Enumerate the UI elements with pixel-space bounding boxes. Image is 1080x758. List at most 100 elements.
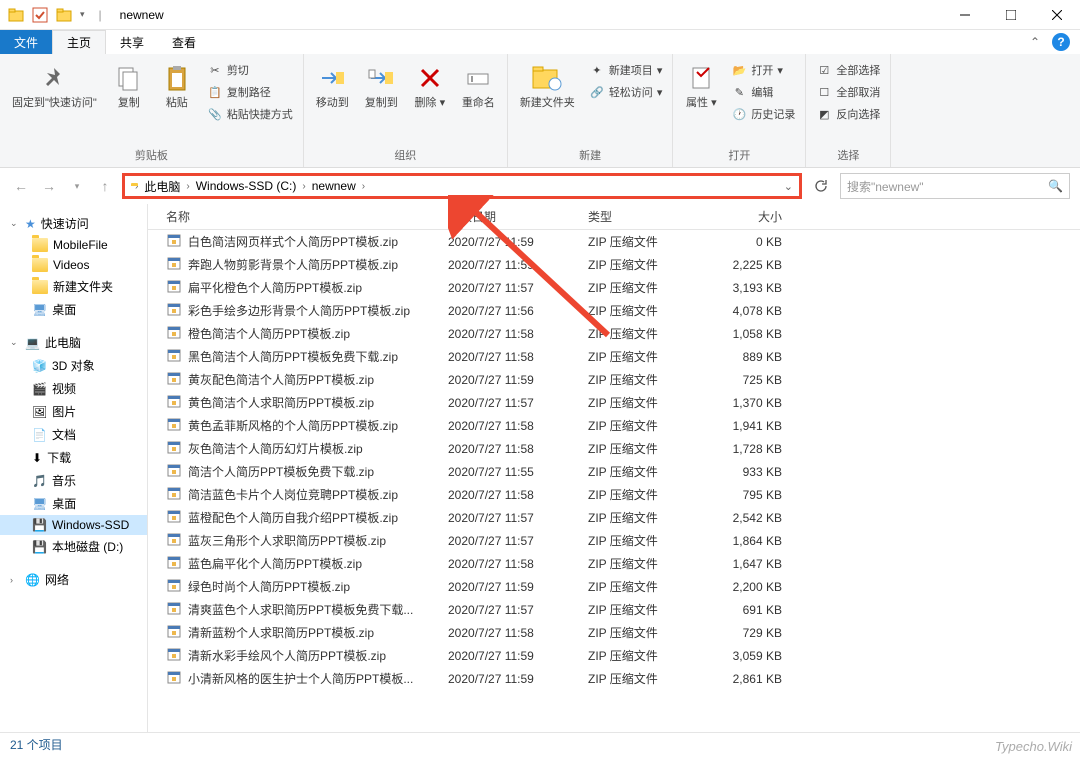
breadcrumb-folder[interactable]: newnew bbox=[310, 179, 358, 193]
invert-icon: ◩ bbox=[816, 106, 832, 122]
open-button[interactable]: 📂打开 ▾ bbox=[727, 60, 799, 80]
file-row[interactable]: 清新蓝粉个人求职简历PPT模板.zip2020/7/27 11:58ZIP 压缩… bbox=[148, 621, 1080, 644]
zip-icon bbox=[166, 577, 182, 596]
file-size: 3,059 KB bbox=[708, 649, 798, 663]
sidebar-mobilefile[interactable]: MobileFile bbox=[0, 235, 147, 255]
history-button[interactable]: 🕐历史记录 bbox=[727, 104, 799, 124]
qat-dropdown[interactable]: ▾ bbox=[80, 9, 85, 20]
file-row[interactable]: 黑色简洁个人简历PPT模板免费下载.zip2020/7/27 11:58ZIP … bbox=[148, 345, 1080, 368]
file-row[interactable]: 清新水彩手绘风个人简历PPT模板.zip2020/7/27 11:59ZIP 压… bbox=[148, 644, 1080, 667]
maximize-button[interactable] bbox=[988, 0, 1034, 30]
sidebar-desktop2[interactable]: 🖥桌面 bbox=[0, 492, 147, 515]
file-row[interactable]: 简洁个人简历PPT模板免费下载.zip2020/7/27 11:55ZIP 压缩… bbox=[148, 460, 1080, 483]
file-date: 2020/7/27 11:59 bbox=[448, 672, 588, 686]
search-input[interactable]: 搜索"newnew" 🔍 bbox=[840, 173, 1070, 199]
file-row[interactable]: 清爽蓝色个人求职简历PPT模板免费下载...2020/7/27 11:57ZIP… bbox=[148, 598, 1080, 621]
file-date: 2020/7/27 11:59 bbox=[448, 649, 588, 663]
column-date[interactable]: 修改日期 bbox=[448, 208, 588, 225]
forward-button[interactable]: → bbox=[38, 175, 60, 197]
close-button[interactable] bbox=[1034, 0, 1080, 30]
rename-button[interactable]: 重命名 bbox=[456, 58, 501, 114]
paste-shortcut-button[interactable]: 📎粘贴快捷方式 bbox=[203, 104, 297, 124]
ribbon-group-open-label: 打开 bbox=[679, 145, 799, 167]
ribbon-collapse-icon[interactable]: ⌃ bbox=[1030, 35, 1040, 49]
select-all-button[interactable]: ☑全部选择 bbox=[812, 60, 884, 80]
sidebar-pictures[interactable]: 🖼图片 bbox=[0, 400, 147, 423]
search-icon: 🔍 bbox=[1048, 179, 1063, 193]
sidebar-downloads[interactable]: ⬇下载 bbox=[0, 446, 147, 469]
sidebar-this-pc[interactable]: ⌄💻此电脑 bbox=[0, 331, 147, 354]
copy-path-button[interactable]: 📋复制路径 bbox=[203, 82, 297, 102]
minimize-button[interactable] bbox=[942, 0, 988, 30]
sidebar-videos2[interactable]: 🎬视频 bbox=[0, 377, 147, 400]
select-none-button[interactable]: ☐全部取消 bbox=[812, 82, 884, 102]
sidebar: ⌄★快速访问 MobileFile Videos 新建文件夹 🖥桌面 ⌄💻此电脑… bbox=[0, 204, 148, 732]
file-date: 2020/7/27 11:57 bbox=[448, 511, 588, 525]
file-row[interactable]: 简洁蓝色卡片个人岗位竞聘PPT模板.zip2020/7/27 11:58ZIP … bbox=[148, 483, 1080, 506]
move-to-button[interactable]: 移动到 bbox=[310, 58, 355, 114]
edit-button[interactable]: ✎编辑 bbox=[727, 82, 799, 102]
sidebar-documents[interactable]: 📄文档 bbox=[0, 423, 147, 446]
file-row[interactable]: 橙色简洁个人简历PPT模板.zip2020/7/27 11:58ZIP 压缩文件… bbox=[148, 322, 1080, 345]
file-name: 简洁个人简历PPT模板免费下载.zip bbox=[188, 463, 374, 480]
sidebar-desktop[interactable]: 🖥桌面 bbox=[0, 298, 147, 321]
sidebar-quick-access[interactable]: ⌄★快速访问 bbox=[0, 212, 147, 235]
sidebar-3d-objects[interactable]: 🧊3D 对象 bbox=[0, 354, 147, 377]
breadcrumb-this-pc[interactable]: 此电脑 bbox=[142, 178, 182, 195]
copy-button[interactable]: 复制 bbox=[107, 58, 151, 114]
column-size[interactable]: 大小 bbox=[708, 208, 798, 225]
sidebar-d-drive[interactable]: 💾本地磁盘 (D:) bbox=[0, 535, 147, 558]
file-size: 0 KB bbox=[708, 235, 798, 249]
sidebar-videos[interactable]: Videos bbox=[0, 255, 147, 275]
tab-home[interactable]: 主页 bbox=[52, 30, 106, 54]
new-folder-button[interactable]: 新建文件夹 bbox=[514, 58, 581, 114]
address-bar[interactable]: › 此电脑 › Windows-SSD (C:) › newnew › ⌄ bbox=[122, 173, 802, 199]
file-row[interactable]: 黄色简洁个人求职简历PPT模板.zip2020/7/27 11:57ZIP 压缩… bbox=[148, 391, 1080, 414]
tab-share[interactable]: 共享 bbox=[106, 30, 158, 54]
file-row[interactable]: 黄色孟菲斯风格的个人简历PPT模板.zip2020/7/27 11:58ZIP … bbox=[148, 414, 1080, 437]
easy-access-button[interactable]: 🔗轻松访问 ▾ bbox=[585, 82, 667, 102]
ribbon: 固定到"快速访问" 复制 粘贴 ✂剪切 📋复制路径 📎粘贴快捷方式 剪贴板 移动… bbox=[0, 54, 1080, 168]
help-icon[interactable]: ? bbox=[1052, 33, 1070, 51]
file-name: 蓝橙配色个人简历自我介绍PPT模板.zip bbox=[188, 509, 398, 526]
file-name: 白色简洁网页样式个人简历PPT模板.zip bbox=[188, 233, 398, 250]
sidebar-music[interactable]: 🎵音乐 bbox=[0, 469, 147, 492]
file-name: 黄色孟菲斯风格的个人简历PPT模板.zip bbox=[188, 417, 398, 434]
copy-to-button[interactable]: 复制到 bbox=[359, 58, 404, 114]
column-type[interactable]: 类型 bbox=[588, 208, 708, 225]
file-row[interactable]: 小清新风格的医生护士个人简历PPT模板...2020/7/27 11:59ZIP… bbox=[148, 667, 1080, 690]
recent-locations-button[interactable]: ▾ bbox=[66, 175, 88, 197]
refresh-button[interactable] bbox=[808, 173, 834, 199]
file-row[interactable]: 蓝色扁平化个人简历PPT模板.zip2020/7/27 11:58ZIP 压缩文… bbox=[148, 552, 1080, 575]
file-row[interactable]: 蓝灰三角形个人求职简历PPT模板.zip2020/7/27 11:57ZIP 压… bbox=[148, 529, 1080, 552]
file-row[interactable]: 蓝橙配色个人简历自我介绍PPT模板.zip2020/7/27 11:57ZIP … bbox=[148, 506, 1080, 529]
back-button[interactable]: ← bbox=[10, 175, 32, 197]
file-row[interactable]: 白色简洁网页样式个人简历PPT模板.zip2020/7/27 11:59ZIP … bbox=[148, 230, 1080, 253]
file-row[interactable]: 彩色手绘多边形背景个人简历PPT模板.zip2020/7/27 11:56ZIP… bbox=[148, 299, 1080, 322]
paste-button[interactable]: 粘贴 bbox=[155, 58, 199, 114]
paste-shortcut-icon: 📎 bbox=[207, 106, 223, 122]
sidebar-c-drive[interactable]: 💾Windows-SSD bbox=[0, 515, 147, 535]
file-row[interactable]: 灰色简洁个人简历幻灯片模板.zip2020/7/27 11:58ZIP 压缩文件… bbox=[148, 437, 1080, 460]
cut-button[interactable]: ✂剪切 bbox=[203, 60, 297, 80]
column-name[interactable]: 名称 bbox=[148, 208, 448, 225]
sidebar-network[interactable]: ›🌐网络 bbox=[0, 568, 147, 591]
file-row[interactable]: 绿色时尚个人简历PPT模板.zip2020/7/27 11:59ZIP 压缩文件… bbox=[148, 575, 1080, 598]
up-button[interactable]: ↑ bbox=[94, 175, 116, 197]
invert-selection-button[interactable]: ◩反向选择 bbox=[812, 104, 884, 124]
delete-button[interactable]: 删除 ▾ bbox=[408, 58, 452, 114]
new-item-button[interactable]: ✦新建项目 ▾ bbox=[585, 60, 667, 80]
file-row[interactable]: 奔跑人物剪影背景个人简历PPT模板.zip2020/7/27 11:59ZIP … bbox=[148, 253, 1080, 276]
file-type: ZIP 压缩文件 bbox=[588, 601, 708, 618]
pin-to-quick-access-button[interactable]: 固定到"快速访问" bbox=[6, 58, 103, 114]
tab-view[interactable]: 查看 bbox=[158, 30, 210, 54]
properties-button[interactable]: 属性 ▾ bbox=[679, 58, 723, 114]
file-row[interactable]: 黄灰配色简洁个人简历PPT模板.zip2020/7/27 11:59ZIP 压缩… bbox=[148, 368, 1080, 391]
address-dropdown-icon[interactable]: ⌄ bbox=[784, 180, 793, 193]
zip-icon bbox=[166, 554, 182, 573]
file-row[interactable]: 扁平化橙色个人简历PPT模板.zip2020/7/27 11:57ZIP 压缩文… bbox=[148, 276, 1080, 299]
breadcrumb-drive[interactable]: Windows-SSD (C:) bbox=[194, 179, 299, 193]
zip-icon bbox=[166, 301, 182, 320]
sidebar-new-folder[interactable]: 新建文件夹 bbox=[0, 275, 147, 298]
tab-file[interactable]: 文件 bbox=[0, 30, 52, 54]
